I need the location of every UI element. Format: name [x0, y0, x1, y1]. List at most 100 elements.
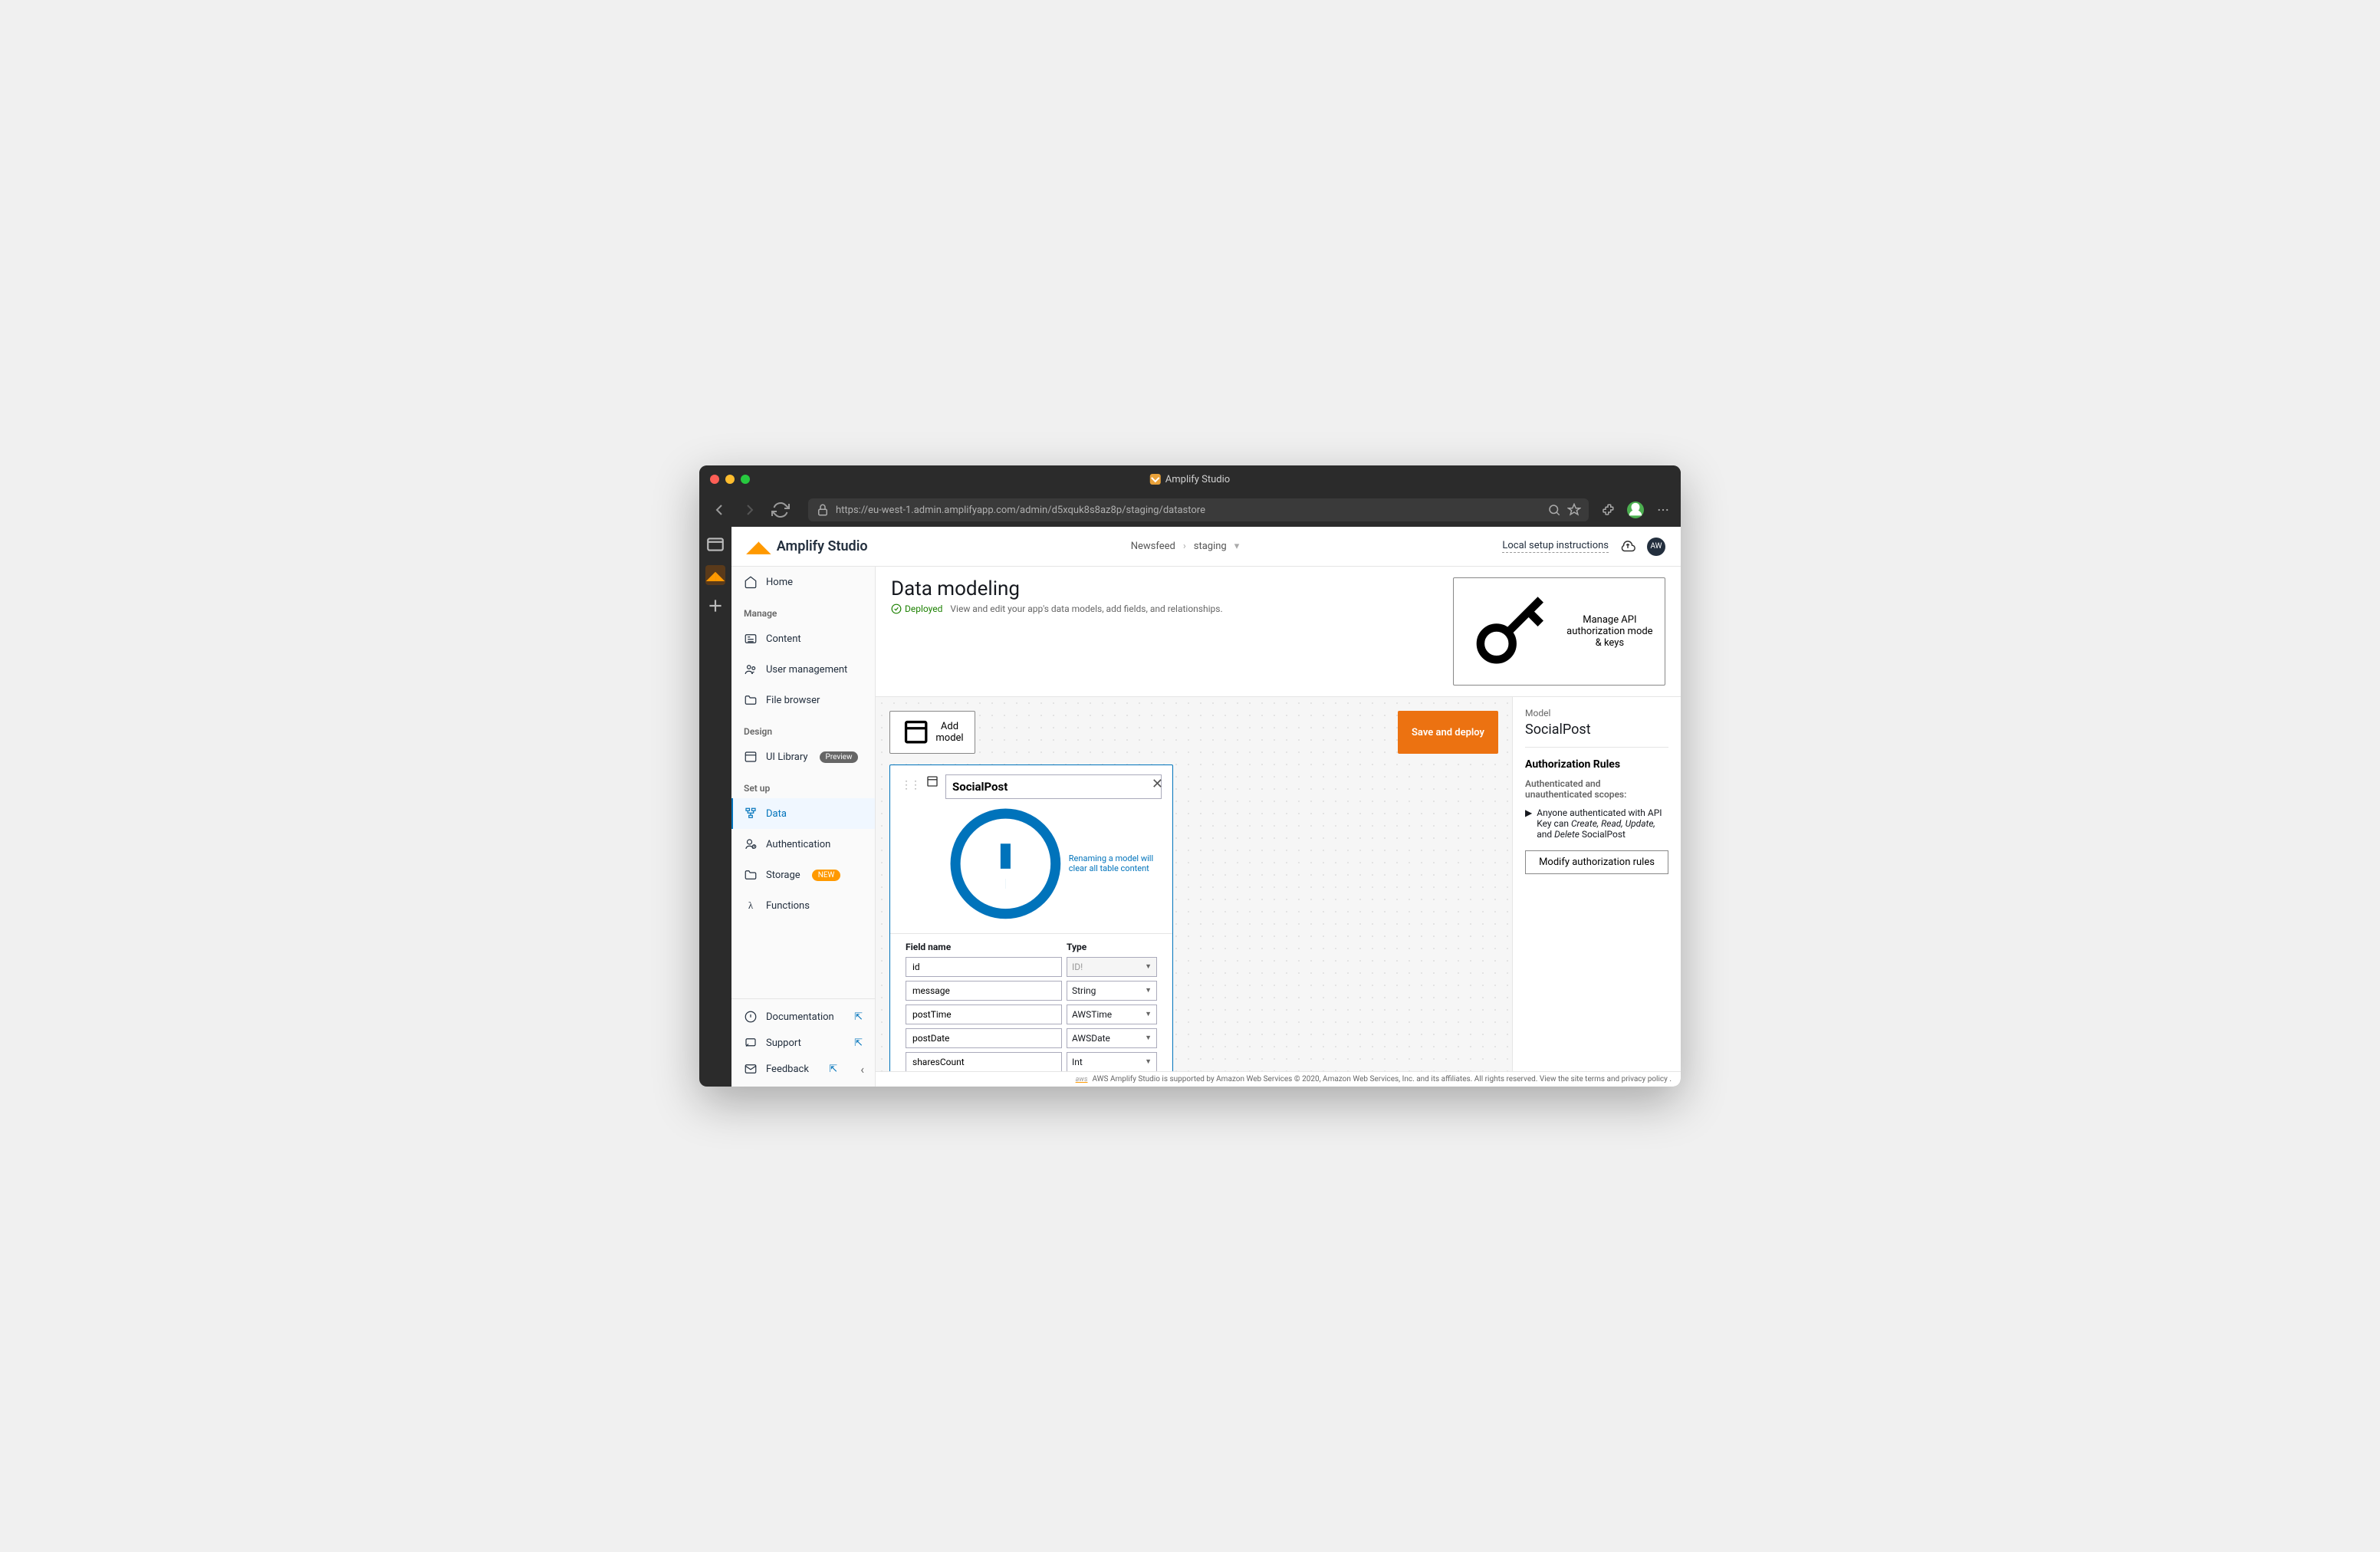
- titlebar: Amplify Studio: [699, 465, 1681, 493]
- new-badge: NEW: [812, 870, 841, 881]
- rule-actions: Create, Read, Update,: [1571, 818, 1655, 829]
- field-type-select[interactable]: String▼: [1067, 981, 1157, 1001]
- scopes-subheading: Authenticated and unauthenticated scopes…: [1525, 778, 1668, 800]
- auth-rule-item[interactable]: ▶ Anyone authenticated with API Key can …: [1525, 807, 1668, 840]
- sidebar-item-documentation[interactable]: Documentation ⇱: [731, 1004, 875, 1030]
- app-header: ◢◣ Amplify Studio Newsfeed › staging ▾ L…: [731, 527, 1681, 567]
- users-icon: [744, 663, 758, 676]
- sidebar-label: Data: [766, 808, 787, 820]
- save-deploy-button[interactable]: Save and deploy: [1398, 711, 1498, 753]
- drag-handle-icon[interactable]: ⋮⋮: [901, 774, 919, 791]
- field-type-select[interactable]: AWSDate▼: [1067, 1028, 1157, 1048]
- mail-icon: [744, 1062, 758, 1076]
- rule-delete: Delete: [1554, 829, 1580, 840]
- close-window-button[interactable]: [710, 475, 719, 484]
- breadcrumb-env[interactable]: staging: [1194, 541, 1227, 552]
- more-icon[interactable]: [1656, 503, 1670, 517]
- window-title-text: Amplify Studio: [1165, 474, 1230, 485]
- close-icon[interactable]: ✕: [1152, 776, 1163, 792]
- sidebar-label: Authentication: [766, 839, 830, 850]
- favorite-icon[interactable]: [1567, 503, 1581, 517]
- url-text: https://eu-west-1.admin.amplifyapp.com/a…: [836, 505, 1541, 516]
- warning-text: Renaming a model will clear all table co…: [1069, 853, 1162, 873]
- collapse-sidebar-button[interactable]: ‹: [850, 1062, 875, 1077]
- field-name-input[interactable]: [906, 1028, 1062, 1048]
- back-button[interactable]: [710, 501, 728, 519]
- footer-text: AWS Amplify Studio is supported by Amazo…: [1092, 1075, 1672, 1083]
- sidebar-item-ui-library[interactable]: UI Library Preview: [731, 741, 875, 772]
- user-avatar[interactable]: AW: [1647, 538, 1665, 556]
- sidebar-item-content[interactable]: Content: [731, 623, 875, 654]
- sidebar-label: Storage: [766, 870, 800, 881]
- library-icon: [744, 750, 758, 764]
- breadcrumb: Newsfeed › staging ▾: [1131, 541, 1240, 552]
- sidebar-item-data[interactable]: Data: [731, 798, 875, 829]
- sidebar-item-functions[interactable]: λ Functions: [731, 890, 875, 921]
- sidebar-item-home[interactable]: Home: [731, 567, 875, 597]
- field-type-select[interactable]: AWSTime▼: [1067, 1005, 1157, 1024]
- field-name-input[interactable]: [906, 981, 1062, 1001]
- model-name-input[interactable]: [945, 774, 1162, 799]
- rail-tabs-icon[interactable]: [705, 534, 725, 554]
- sidebar-item-authentication[interactable]: Authentication: [731, 829, 875, 860]
- button-label: Add model: [935, 721, 963, 744]
- sidebar-item-user-management[interactable]: User management: [731, 654, 875, 685]
- sidebar-section-manage: Manage: [731, 597, 875, 623]
- chevron-down-icon: ▼: [1145, 986, 1152, 995]
- breadcrumb-project[interactable]: Newsfeed: [1131, 541, 1175, 552]
- minimize-window-button[interactable]: [725, 475, 735, 484]
- chevron-down-icon: ▼: [1145, 1034, 1152, 1042]
- sidebar-item-storage[interactable]: Storage NEW: [731, 860, 875, 890]
- field-type-select[interactable]: Int▼: [1067, 1052, 1157, 1071]
- field-row: String▼: [906, 981, 1157, 1001]
- rule-and: and: [1537, 829, 1554, 840]
- manage-api-button[interactable]: Manage API authorization mode & keys: [1453, 577, 1665, 686]
- reload-button[interactable]: [771, 501, 790, 519]
- properties-panel: Model SocialPost Authorization Rules Aut…: [1512, 697, 1681, 1071]
- field-name-input[interactable]: [906, 1005, 1062, 1024]
- amplify-logo[interactable]: ◢◣ Amplify Studio: [747, 538, 868, 556]
- rail-add-button[interactable]: [705, 596, 725, 616]
- app-sidebar: Home Manage Content User management File…: [731, 567, 876, 1087]
- sidebar-section-setup: Set up: [731, 772, 875, 798]
- sidebar-item-feedback[interactable]: Feedback ⇱: [731, 1056, 850, 1082]
- arrow-right-icon: ▶: [1525, 807, 1532, 840]
- folder-icon: [744, 693, 758, 707]
- auth-icon: [744, 837, 758, 851]
- field-name-input[interactable]: [906, 957, 1062, 977]
- panel-model-name: SocialPost: [1525, 722, 1668, 748]
- sidebar-label: UI Library: [766, 751, 808, 763]
- modify-auth-rules-button[interactable]: Modify authorization rules: [1525, 850, 1668, 874]
- zoom-icon[interactable]: [1547, 503, 1561, 517]
- deployed-status: Deployed: [891, 603, 942, 614]
- sidebar-section-design: Design: [731, 715, 875, 741]
- sidebar-item-file-browser[interactable]: File browser: [731, 685, 875, 715]
- sidebar-item-support[interactable]: Support ⇱: [731, 1030, 875, 1056]
- browser-window: Amplify Studio https://eu-west-1.admin.a…: [699, 465, 1681, 1087]
- sidebar-label: Home: [766, 577, 793, 588]
- rule-text: Anyone authenticated with API Key can Cr…: [1537, 807, 1668, 840]
- model-canvas[interactable]: Add model Save and deploy ⋮⋮: [876, 697, 1512, 1071]
- extensions-icon[interactable]: [1601, 503, 1615, 517]
- address-bar[interactable]: https://eu-west-1.admin.amplifyapp.com/a…: [808, 498, 1589, 521]
- doc-icon: [744, 1010, 758, 1024]
- field-name-input[interactable]: [906, 1052, 1062, 1071]
- rail-amplify-tab[interactable]: ◢◣: [705, 565, 725, 585]
- chevron-right-icon: ›: [1183, 541, 1186, 552]
- add-model-button[interactable]: Add model: [889, 711, 975, 753]
- profile-icon[interactable]: [1627, 501, 1644, 518]
- maximize-window-button[interactable]: [741, 475, 750, 484]
- chevron-down-icon[interactable]: ▾: [1234, 541, 1240, 552]
- field-row: AWSTime▼: [906, 1005, 1157, 1024]
- forward-button[interactable]: [741, 501, 759, 519]
- column-header-type: Type: [1067, 942, 1157, 952]
- cloud-sync-icon[interactable]: [1619, 538, 1636, 555]
- sidebar-label: File browser: [766, 695, 820, 706]
- field-row: Int▼: [906, 1052, 1157, 1071]
- sidebar-label: Support: [766, 1037, 801, 1049]
- amplify-logo-icon: ◢◣: [747, 538, 771, 556]
- rule-suffix: SocialPost: [1580, 829, 1626, 840]
- local-setup-link[interactable]: Local setup instructions: [1502, 540, 1609, 553]
- sidebar-label: User management: [766, 664, 847, 676]
- external-link-icon: ⇱: [854, 1037, 863, 1049]
